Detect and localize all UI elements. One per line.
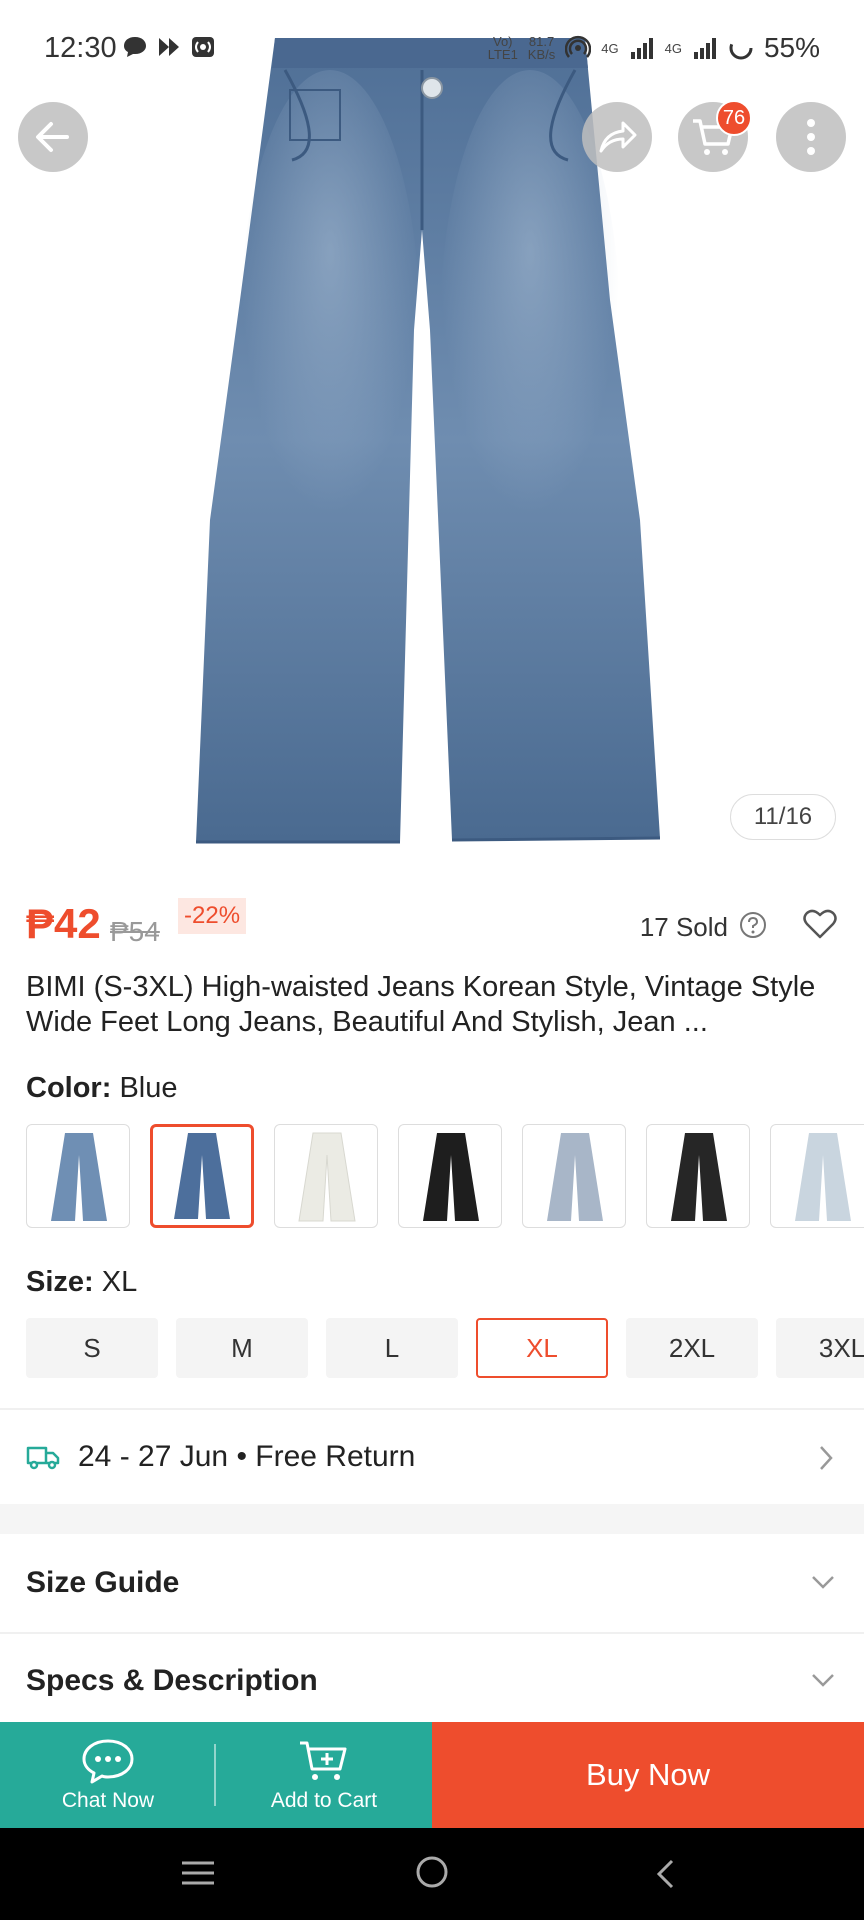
size-option-xl[interactable]: XL [476, 1318, 608, 1378]
original-price: ₱54 [110, 916, 160, 947]
size-option-s[interactable]: S [26, 1318, 158, 1378]
color-swatch[interactable] [770, 1124, 864, 1228]
size-guide-section[interactable]: Size Guide [0, 1536, 864, 1632]
signal-icon [630, 38, 653, 59]
color-swatch-selected[interactable] [150, 1124, 254, 1228]
chevron-down-icon [812, 1674, 834, 1687]
chat-now-label: Chat Now [61, 1789, 155, 1812]
share-button[interactable] [582, 102, 652, 172]
color-label: Color: Blue [26, 1072, 178, 1104]
battery-level: 55% [763, 32, 820, 63]
add-cart-icon [300, 1741, 347, 1780]
more-options-button[interactable] [776, 102, 846, 172]
battery-ring-icon [729, 36, 753, 60]
back-button[interactable] [18, 102, 88, 172]
color-swatch[interactable] [274, 1124, 378, 1228]
signal-icon-2 [693, 38, 716, 59]
signal-type-2: 4G [664, 40, 682, 56]
discount-badge: -22% [178, 898, 247, 934]
share-icon [599, 121, 637, 153]
specs-description-section[interactable]: Specs & Description [0, 1634, 864, 1722]
chat-now-button[interactable]: Chat Now [0, 1722, 216, 1828]
size-guide-label: Size Guide [26, 1566, 180, 1599]
current-price: ₱42 [26, 900, 101, 947]
arrow-left-icon [36, 122, 69, 152]
specs-description-label: Specs & Description [26, 1664, 318, 1697]
size-label: Size: XL [26, 1266, 138, 1298]
more-vertical-icon [807, 119, 815, 155]
delivery-text: 24 - 27 Jun • Free Return [78, 1440, 416, 1473]
buy-now-button[interactable]: Buy Now [432, 1722, 864, 1828]
wifi-calling-icon [565, 35, 592, 58]
color-swatch[interactable] [522, 1124, 626, 1228]
cart-count-badge: 76 [716, 100, 752, 136]
status-bar: 12:30 Vo) LTE1 81.7 KB/s 4G 4G 55% [0, 0, 864, 100]
message-icon [124, 37, 146, 57]
chevron-right-icon [820, 1446, 833, 1470]
image-counter: 11/16 [730, 794, 836, 840]
size-option-m[interactable]: M [176, 1318, 308, 1378]
color-swatch[interactable] [398, 1124, 502, 1228]
size-option-list: S M L XL 2XL 3XL [26, 1318, 864, 1380]
hotspot-icon [192, 37, 214, 57]
delivery-row[interactable]: 24 - 27 Jun • Free Return [0, 1410, 864, 1504]
color-swatch-list [26, 1124, 864, 1228]
sold-count: 17 Sold [639, 912, 728, 942]
add-to-cart-button[interactable]: Add to Cart [216, 1722, 432, 1828]
price-row: ₱42 ₱54 -22% 17 Sold [26, 892, 838, 952]
size-option-l[interactable]: L [326, 1318, 458, 1378]
color-swatch[interactable] [26, 1124, 130, 1228]
add-to-cart-label: Add to Cart [270, 1789, 378, 1812]
back-nav-icon[interactable] [654, 1858, 676, 1890]
signal-type-1: 4G [601, 40, 619, 56]
status-time: 12:30 [44, 32, 117, 64]
size-value: XL [101, 1266, 138, 1298]
product-image-gallery[interactable]: 12:30 Vo) LTE1 81.7 KB/s 4G 4G 55% 76 11/1… [0, 0, 864, 860]
product-title: BIMI (S-3XL) High-waisted Jeans Korean S… [26, 971, 816, 1038]
color-swatch[interactable] [646, 1124, 750, 1228]
chevron-down-icon [812, 1576, 834, 1589]
heart-icon[interactable] [802, 906, 838, 942]
menu-icon[interactable] [180, 1858, 216, 1888]
section-gap [0, 1504, 864, 1534]
chat-icon [82, 1739, 134, 1784]
network-speed: 81.7 KB/s [527, 34, 556, 62]
help-icon[interactable] [738, 910, 768, 940]
color-value: Blue [119, 1072, 178, 1104]
size-option-2xl[interactable]: 2XL [626, 1318, 758, 1378]
bottom-action-bar: Chat Now Add to Cart Buy Now [0, 1722, 864, 1828]
truck-icon [26, 1446, 60, 1470]
system-navigation-bar [0, 1828, 864, 1920]
volte-indicator: Vo) LTE1 [487, 34, 518, 62]
size-option-3xl[interactable]: 3XL [776, 1318, 864, 1378]
home-icon[interactable] [414, 1854, 450, 1890]
media-icon [159, 38, 179, 56]
